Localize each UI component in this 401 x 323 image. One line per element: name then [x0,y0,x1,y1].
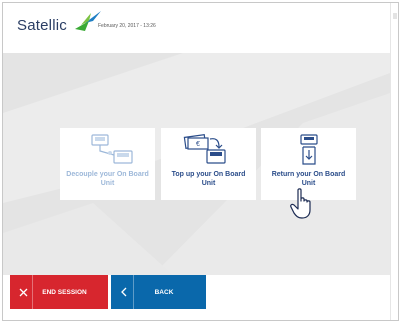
back-button[interactable]: BACK [111,275,206,309]
option-top-up-obu[interactable]: € Top up your On Board Unit [161,128,256,200]
option-decouple-obu: Decouple your On Board Unit [60,128,155,200]
option-label: Return your On Board Unit [271,171,346,187]
session-datetime: February 20, 2017 - 13:26 [98,23,156,29]
end-session-button[interactable]: END SESSION [10,275,108,309]
decouple-obu-icon [90,134,133,164]
header: Satellic February 20, 2017 - 13:26 [3,3,390,53]
satellic-logo-icon [75,11,101,31]
option-label: Top up your On Board Unit [171,171,246,187]
option-label: Decouple your On Board Unit [66,171,149,187]
kiosk-screen: Satellic February 20, 2017 - 13:26 Decou… [2,2,399,321]
end-session-label: END SESSION [42,288,87,296]
top-up-obu-icon: € [183,133,226,164]
scroll-thumb[interactable] [393,13,397,19]
chevron-left-icon [115,287,133,297]
hand-pointer-icon [290,188,311,219]
return-obu-icon [299,134,318,165]
main-panel: Decouple your On Board Unit € Top up you… [3,53,390,275]
back-label: BACK [154,288,174,296]
brand-logo: Satellic [17,11,101,34]
close-icon [14,288,32,297]
svg-text:€: € [196,141,200,148]
brand-name: Satellic [17,17,67,34]
footer: END SESSION BACK [3,275,390,320]
scrollbar[interactable] [390,3,398,320]
